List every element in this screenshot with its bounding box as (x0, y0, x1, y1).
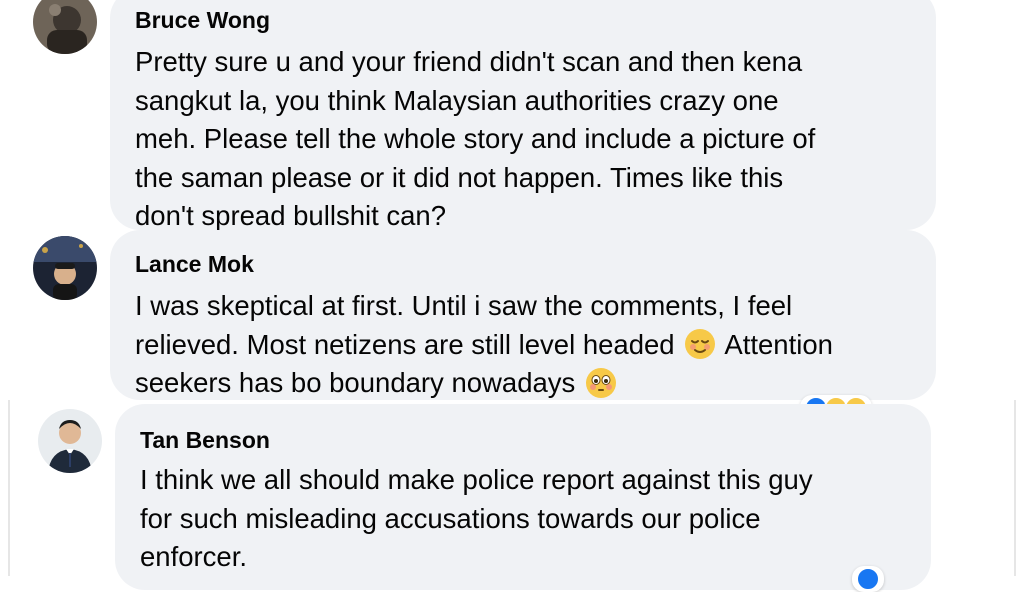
avatar[interactable] (38, 409, 102, 473)
avatar[interactable] (33, 236, 97, 300)
flushed-face-emoji-icon (585, 367, 617, 399)
comment-text-line: I think we all should make police report… (140, 464, 813, 495)
comment-text-segment: seekers has bo boundary nowadays (135, 367, 576, 398)
comment-bubble: Tan Benson I think we all should make po… (115, 404, 931, 590)
relieved-face-emoji-icon (684, 328, 716, 360)
comment-text-segment: relieved. Most netizens are still level … (135, 328, 675, 360)
comment-text-line: enforcer. (140, 541, 248, 572)
reaction-summary[interactable] (852, 566, 884, 592)
avatar[interactable] (33, 0, 97, 54)
crop-edge-right (1014, 400, 1016, 576)
user-avatar-tan-icon (38, 409, 102, 473)
comment-text-segment: Attention (724, 328, 833, 360)
comment-text-line: I was skeptical at first. Until i saw th… (135, 290, 793, 321)
crop-edge-left (8, 400, 10, 576)
comment-bubble: Bruce Wong Pretty sure u and your friend… (110, 0, 936, 231)
user-avatar-bruce-icon (33, 0, 97, 54)
like-reaction-icon (856, 567, 880, 591)
comment-text-line: Pretty sure u and your friend didn't sca… (135, 46, 803, 77)
comment-text-line: meh. Please tell the whole story and inc… (135, 123, 816, 154)
comment-author[interactable]: Tan Benson (140, 426, 931, 454)
comment-bubble: Lance Mok I was skeptical at first. Unti… (110, 230, 936, 400)
comment-text-line: for such misleading accusations towards … (140, 502, 761, 534)
comment-author[interactable]: Lance Mok (135, 250, 936, 278)
comment-text-line: relieved. Most netizens are still level … (135, 326, 936, 365)
comment-author[interactable]: Bruce Wong (135, 6, 936, 34)
user-avatar-lance-icon (33, 236, 97, 300)
comment-text-line: the saman please or it did not happen. T… (135, 161, 784, 193)
comment-text-line: sangkut la, you think Malaysian authorit… (135, 84, 779, 116)
